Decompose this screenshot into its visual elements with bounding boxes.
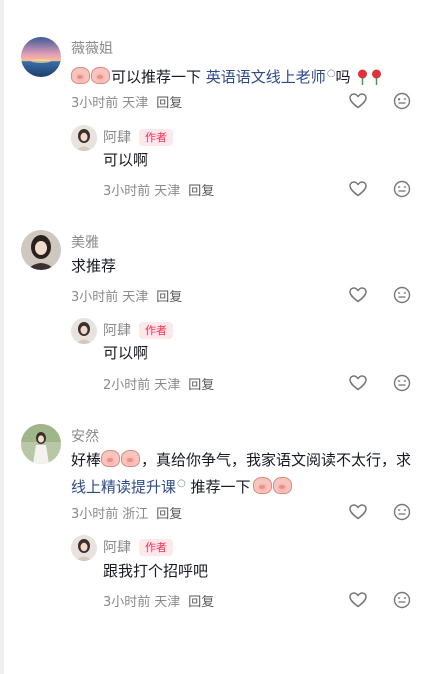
comment-username[interactable]: 安然: [71, 426, 99, 446]
avatar[interactable]: [21, 424, 61, 464]
pig-emoji-icon: [71, 67, 90, 84]
reply-username: 阿肆 作者: [103, 127, 173, 147]
comment-username[interactable]: 美雅: [71, 232, 99, 252]
pig-emoji-icon: [101, 450, 121, 467]
comment-meta: 3小时前 天津 回复: [71, 92, 182, 111]
emoji-face-icon[interactable]: [392, 285, 412, 305]
reply-meta: 2小时前 天津 回复: [103, 374, 214, 393]
emoji-face-icon[interactable]: [392, 502, 412, 522]
timestamp: 3小时前: [71, 290, 119, 305]
location: 天津: [154, 184, 181, 199]
location: 浙江: [122, 507, 149, 522]
reply-button[interactable]: 回复: [188, 184, 214, 199]
comment-text: 可以推荐一下 英语语文线上老师○吗: [71, 60, 383, 91]
reply-text: 可以啊: [103, 151, 149, 169]
heart-outline-icon[interactable]: [348, 373, 368, 393]
pig-emoji-icon: [252, 477, 272, 494]
emoji-face-icon[interactable]: [392, 179, 412, 199]
location: 天津: [154, 595, 181, 610]
timestamp: 3小时前: [103, 184, 151, 199]
search-link[interactable]: 线上精读提升课○: [71, 478, 186, 496]
search-link[interactable]: 英语语文线上老师○: [206, 68, 336, 86]
comment-username[interactable]: 薇薇姐: [71, 38, 113, 58]
reply-button[interactable]: 回复: [156, 96, 182, 111]
comment-meta: 3小时前 浙江 回复: [71, 503, 182, 522]
reply-button[interactable]: 回复: [188, 595, 214, 610]
rose-emoji-icon: [358, 69, 368, 85]
emoji-face-icon[interactable]: [392, 91, 412, 111]
timestamp: 2小时前: [103, 378, 151, 393]
location: 天津: [122, 290, 149, 305]
rose-emoji-icon: [372, 69, 382, 85]
reply-button[interactable]: 回复: [188, 378, 214, 393]
reply-button[interactable]: 回复: [156, 290, 182, 305]
avatar[interactable]: [71, 318, 97, 344]
emoji-face-icon[interactable]: [392, 590, 412, 610]
location: 天津: [122, 96, 149, 111]
heart-outline-icon[interactable]: [348, 91, 368, 111]
search-glyph-icon: ○: [326, 68, 336, 79]
timestamp: 3小时前: [71, 507, 119, 522]
location: 天津: [154, 378, 181, 393]
reply-text: 跟我打个招呼吧: [103, 562, 209, 580]
reply-text: 可以啊: [103, 344, 149, 362]
timestamp: 3小时前: [103, 595, 151, 610]
heart-outline-icon[interactable]: [348, 179, 368, 199]
author-badge: 作者: [139, 129, 173, 146]
reply-button[interactable]: 回复: [156, 507, 182, 522]
avatar[interactable]: [21, 37, 61, 77]
pig-emoji-icon: [121, 450, 141, 467]
reply-meta: 3小时前 天津 回复: [103, 591, 214, 610]
comment-text-line2: 线上精读提升课○ 推荐一下: [71, 470, 293, 501]
search-glyph-icon: ○: [177, 478, 186, 489]
avatar[interactable]: [71, 125, 97, 151]
heart-outline-icon[interactable]: [348, 285, 368, 305]
heart-outline-icon[interactable]: [348, 502, 368, 522]
left-edge-bar: [0, 0, 4, 674]
heart-outline-icon[interactable]: [348, 590, 368, 610]
author-badge: 作者: [139, 539, 173, 556]
timestamp: 3小时前: [71, 96, 119, 111]
pig-emoji-icon: [272, 477, 292, 494]
reply-username: 阿肆 作者: [103, 537, 173, 557]
avatar[interactable]: [71, 535, 97, 561]
pig-emoji-icon: [91, 67, 110, 84]
reply-meta: 3小时前 天津 回复: [103, 180, 214, 199]
comment-text: 求推荐: [71, 257, 117, 275]
avatar[interactable]: [21, 230, 61, 270]
comment-meta: 3小时前 天津 回复: [71, 286, 182, 305]
emoji-face-icon[interactable]: [392, 373, 412, 393]
author-badge: 作者: [139, 322, 173, 339]
reply-username: 阿肆 作者: [103, 320, 173, 340]
